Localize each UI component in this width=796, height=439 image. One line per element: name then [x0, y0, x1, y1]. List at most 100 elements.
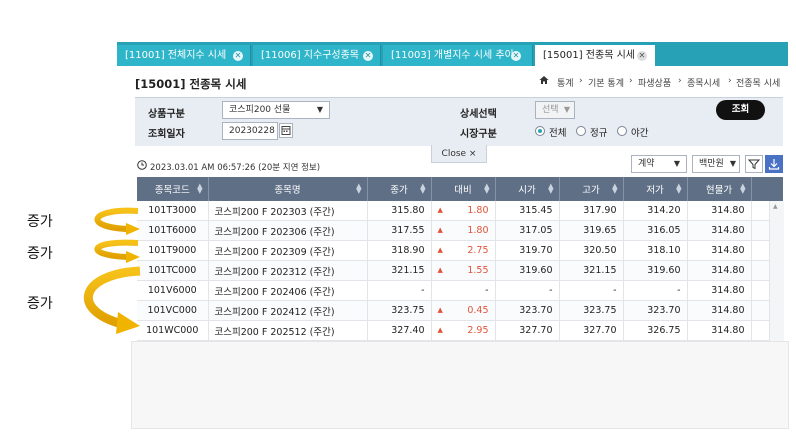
cell-name: 코스피200 F 202303 (주간) [208, 201, 368, 221]
table-row[interactable]: 101T6000 코스피200 F 202306 (주간) 317.55 ▲ 1.80 3… [137, 220, 783, 241]
cell-close: 327.40 [367, 320, 432, 341]
cell-low: 316.05 [623, 220, 688, 241]
cell-high: 323.75 [559, 300, 624, 321]
tab-15001[interactable]: [15001] 전종목 시세 ✕ [535, 45, 655, 66]
header-label: 시가 [518, 185, 536, 196]
cell-spot: 314.80 [687, 201, 752, 221]
detail-label: 상세선택 [460, 109, 497, 120]
cell-low: 318.10 [623, 240, 688, 261]
cell-close: - [367, 280, 432, 301]
cell-high: 319.65 [559, 220, 624, 241]
cell-low: 314.20 [623, 201, 688, 221]
table-header-row: 종목코드 ▲ ▼ 종목명 ▲ ▼ 종가 ▲ ▼ 대비 ▲ ▼ 시가 ▲ ▼ 고가 ▲ ▼ 저가 ▲ ▼ 현물… [137, 177, 783, 201]
col-header-spot[interactable]: 현물가 ▲ ▼ [687, 177, 752, 201]
search-button[interactable]: 조회 [716, 100, 765, 120]
timestamp: 2023.03.01 AM 06:57:26 (20분 지연 정보) [150, 163, 321, 173]
radio-all[interactable] [535, 126, 545, 136]
cell-name: 코스피200 F 202412 (주간) [208, 300, 368, 321]
breadcrumb-item[interactable]: 기본 통계 [588, 76, 624, 89]
col-header-change[interactable]: 대비 ▲ ▼ [431, 177, 496, 201]
header-label: 저가 [646, 185, 664, 196]
header-label: 종목명 [274, 185, 301, 196]
cell-high: - [559, 280, 624, 301]
cell-low: - [623, 280, 688, 301]
cell-open: 315.45 [495, 201, 560, 221]
change-value: 0.45 [467, 305, 489, 316]
filter-icon[interactable] [745, 155, 763, 173]
cell-open: 327.70 [495, 320, 560, 341]
cell-change: ▲ 2.95 [431, 320, 496, 341]
cell-open: 319.60 [495, 260, 560, 281]
tab-label: [11001] 전체지수 시세 [125, 50, 227, 61]
cell-name: 코스피200 F 202406 (주간) [208, 280, 368, 301]
cell-name: 코스피200 F 202306 (주간) [208, 220, 368, 241]
cell-change: ▲ 0.45 [431, 300, 496, 321]
cell-high: 320.50 [559, 240, 624, 261]
cell-open: 317.05 [495, 220, 560, 241]
tab-label: [15001] 전종목 시세 [543, 50, 635, 61]
col-header-high[interactable]: 고가 ▲ ▼ [559, 177, 624, 201]
calendar-icon[interactable] [279, 123, 293, 138]
cell-change: - [431, 280, 496, 301]
sort-icon: ▲ ▼ [420, 182, 426, 195]
table-row[interactable]: 101VC000 코스피200 F 202412 (주간) 323.75 ▲ 0.45 3… [137, 300, 783, 321]
col-header-name[interactable]: 종목명 ▲ ▼ [208, 177, 368, 201]
tab-11001[interactable]: [11001] 전체지수 시세 ✕ [117, 45, 251, 66]
close-icon[interactable]: ✕ [511, 51, 521, 61]
up-arrow-icon: ▲ [437, 226, 443, 234]
col-header-code[interactable]: 종목코드 ▲ ▼ [137, 177, 209, 201]
breadcrumb-item[interactable]: 파생상품 [638, 76, 671, 89]
table-row[interactable]: 101WC000 코스피200 F 202512 (주간) 327.40 ▲ 2.95 3… [137, 320, 783, 341]
breadcrumb-sep: › [629, 76, 633, 86]
view-select[interactable]: 계약 ▼ [631, 155, 687, 173]
radio-regular[interactable] [576, 126, 586, 136]
col-header-close[interactable]: 종가 ▲ ▼ [367, 177, 432, 201]
col-header-low[interactable]: 저가 ▲ ▼ [623, 177, 688, 201]
table-row[interactable]: 101T3000 코스피200 F 202303 (주간) 315.80 ▲ 1.80 3… [137, 201, 783, 221]
sort-icon: ▲ ▼ [356, 182, 362, 195]
table-body: 101T3000 코스피200 F 202303 (주간) 315.80 ▲ 1.80 3… [137, 201, 783, 341]
radio-night[interactable] [617, 126, 627, 136]
sort-icon: ▲ ▼ [740, 182, 746, 195]
tab-11006[interactable]: [11006] 지수구성종목 ✕ [253, 45, 381, 66]
table-scrollbar[interactable]: ▲ [769, 201, 784, 341]
table-row[interactable]: 101T9000 코스피200 F 202309 (주간) 318.90 ▲ 2.75 3… [137, 240, 783, 261]
header-label: 종목코드 [154, 185, 190, 196]
annotation-label: 증가 [27, 214, 53, 230]
table-row[interactable]: 101V6000 코스피200 F 202406 (주간) - - - - -314.80 [137, 280, 783, 301]
unit-select[interactable]: 백만원 ▼ [692, 155, 740, 173]
clock-icon [137, 160, 147, 170]
sort-icon: ▲ ▼ [548, 182, 554, 195]
sort-icon: ▲ ▼ [612, 182, 618, 195]
close-icon[interactable]: ✕ [233, 51, 243, 61]
download-icon[interactable] [765, 155, 783, 173]
cell-spot: 314.80 [687, 240, 752, 261]
date-input[interactable]: 20230228 [222, 122, 278, 140]
product-select[interactable]: 코스피200 선물 ▼ [222, 101, 330, 119]
cell-change: ▲ 2.75 [431, 240, 496, 261]
home-icon[interactable] [539, 75, 549, 85]
radio-night-label: 야간 [631, 128, 649, 139]
table-row[interactable]: 101TC000 코스피200 F 202312 (주간) 321.15 ▲ 1.55 3… [137, 260, 783, 281]
close-icon[interactable]: ✕ [637, 51, 647, 61]
detail-select[interactable]: 선택 ▼ [535, 101, 575, 119]
close-filter-button[interactable]: Close × [431, 145, 487, 163]
close-icon[interactable]: ✕ [363, 51, 373, 61]
cell-open: 319.70 [495, 240, 560, 261]
breadcrumb-item[interactable]: 통계 [557, 76, 574, 89]
breadcrumb-item[interactable]: 전종목 시세 [736, 76, 780, 89]
col-header-open[interactable]: 시가 ▲ ▼ [495, 177, 560, 201]
product-label: 상품구분 [148, 109, 185, 120]
breadcrumb-item[interactable]: 종목시세 [687, 76, 720, 89]
arrow-shape [126, 251, 140, 263]
scroll-up-icon[interactable]: ▲ [773, 203, 778, 210]
cell-close: 315.80 [367, 201, 432, 221]
cell-open: - [495, 280, 560, 301]
tab-label: [11003] 개별지수 시세 추이 [391, 50, 514, 61]
empty-panel [131, 341, 789, 429]
cell-open: 323.70 [495, 300, 560, 321]
cell-spot: 314.80 [687, 300, 752, 321]
tab-11003[interactable]: [11003] 개별지수 시세 추이 ✕ [383, 45, 533, 66]
cell-low: 326.75 [623, 320, 688, 341]
up-arrow-icon: ▲ [437, 306, 443, 314]
